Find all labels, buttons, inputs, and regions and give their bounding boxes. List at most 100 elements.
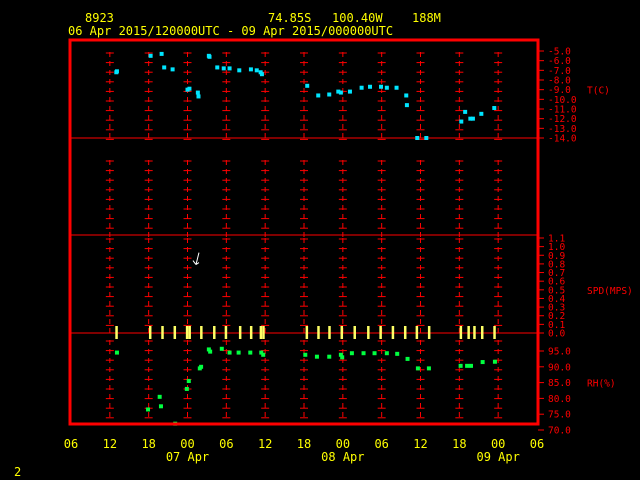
wind-calm-mark <box>238 326 242 339</box>
relative_humidity-point <box>227 350 232 355</box>
relative_humidity-point <box>303 352 308 357</box>
relative_humidity-point <box>186 379 191 384</box>
y-tick-label: 70.0 <box>548 426 571 437</box>
y-tick-label: 75.0 <box>548 410 571 421</box>
temperature-point <box>187 86 192 91</box>
wind-calm-mark <box>213 326 216 339</box>
x-tick-label: 12 <box>258 437 272 451</box>
relative_humidity-point <box>219 346 224 351</box>
temperature-point <box>384 85 389 90</box>
x-day-label: 07 Apr <box>166 450 209 464</box>
x-tick-label: 06 <box>64 437 78 451</box>
relative_humidity-point <box>372 351 377 356</box>
temperature-point <box>459 119 464 124</box>
x-day-label: 09 Apr <box>476 450 519 464</box>
y-tick-label: 95.0 <box>548 347 571 358</box>
relative_humidity-point <box>261 352 266 357</box>
temperature-point <box>237 68 242 73</box>
relative_humidity-point <box>415 366 420 371</box>
wind-arrow <box>192 252 200 266</box>
temperature-point <box>394 85 399 90</box>
wind-calm-mark <box>115 326 118 339</box>
wind-calm-mark <box>403 326 407 339</box>
temperature-point <box>492 106 497 111</box>
wind-calm-mark <box>480 326 484 339</box>
x-tick-label: 12 <box>103 437 117 451</box>
temperature-point <box>404 103 409 108</box>
wind-calm-mark <box>249 326 253 339</box>
temperature-point <box>368 84 373 89</box>
relative_humidity-point <box>248 350 253 355</box>
y-tick-label: 90.0 <box>548 362 571 373</box>
wind-calm-mark <box>259 326 263 339</box>
temperature-point <box>114 69 119 74</box>
temperature-point <box>359 85 364 90</box>
relative_humidity-point <box>349 351 354 356</box>
relative_humidity-point <box>468 363 473 368</box>
temperature-point <box>327 92 332 97</box>
relative_humidity-point <box>158 404 163 409</box>
x-tick-label: 06 <box>219 437 233 451</box>
wind-calm-mark <box>148 326 152 339</box>
x-tick-label: 00 <box>336 437 350 451</box>
temperature-point <box>404 93 409 98</box>
wind-calm-mark <box>224 326 228 339</box>
wind-calm-mark <box>305 326 309 339</box>
wind-calm-mark <box>473 326 476 339</box>
x-tick-label: 06 <box>374 437 388 451</box>
time-range: 06 Apr 2015/120000UTC - 09 Apr 2015/0000… <box>68 24 393 38</box>
y-tick-label: 0.0 <box>548 329 565 340</box>
temperature-point <box>347 89 352 94</box>
wind-calm-mark <box>173 326 177 339</box>
temperature-point <box>248 67 253 72</box>
relative_humidity-point <box>114 350 119 355</box>
temperature-point <box>305 83 310 88</box>
relative_humidity-point <box>361 351 366 356</box>
longitude: 100.40W <box>332 11 383 25</box>
relative_humidity-point <box>458 363 463 368</box>
temperature-point <box>316 93 321 98</box>
x-tick-label: 06 <box>530 437 544 451</box>
temperature-point <box>254 68 259 73</box>
wind-calm-mark <box>328 326 331 339</box>
wind-calm-mark <box>185 326 189 339</box>
station-id: 8923 <box>85 11 114 25</box>
wind-calm-mark <box>379 326 382 339</box>
temperature-point <box>379 84 384 89</box>
x-tick-label: 12 <box>413 437 427 451</box>
wind-calm-mark <box>200 326 203 339</box>
relative_humidity-point <box>426 366 431 371</box>
relative_humidity-point <box>480 360 485 365</box>
y-tick-label: 85.0 <box>548 378 571 389</box>
relative_humidity-point <box>199 364 204 369</box>
temperature-point <box>207 54 212 59</box>
temperature-point <box>463 109 468 114</box>
temperature-point <box>424 136 429 140</box>
wind-calm-mark <box>353 326 356 339</box>
temperature-point <box>470 116 475 121</box>
x-tick-label: 00 <box>180 437 194 451</box>
y-tick-label: 80.0 <box>548 394 571 405</box>
relative_humidity-point <box>314 354 319 359</box>
temperature-point <box>196 94 201 99</box>
relative_humidity-point <box>405 356 410 361</box>
relative_humidity-point <box>384 351 389 356</box>
relative_humidity-point <box>492 359 497 364</box>
grid <box>70 50 544 431</box>
temperature-point <box>479 111 484 116</box>
wind-calm-mark <box>367 326 370 339</box>
relative_humidity-point <box>465 363 470 368</box>
relative_humidity-label: RH(%) <box>587 379 616 390</box>
wind-calm-mark <box>467 326 470 339</box>
page-number: 2 <box>14 465 21 479</box>
temperature-point <box>170 67 175 72</box>
relative_humidity-point <box>395 351 400 356</box>
temperature-point <box>215 65 220 70</box>
wind_speed-label: SPD(MPS) <box>587 286 633 297</box>
temperature-point <box>415 136 420 140</box>
wind-calm-mark <box>262 326 265 339</box>
wind-calm-mark <box>459 326 463 339</box>
relative_humidity-point <box>340 355 345 360</box>
temperature-point <box>338 90 343 95</box>
x-tick-label: 18 <box>141 437 155 451</box>
